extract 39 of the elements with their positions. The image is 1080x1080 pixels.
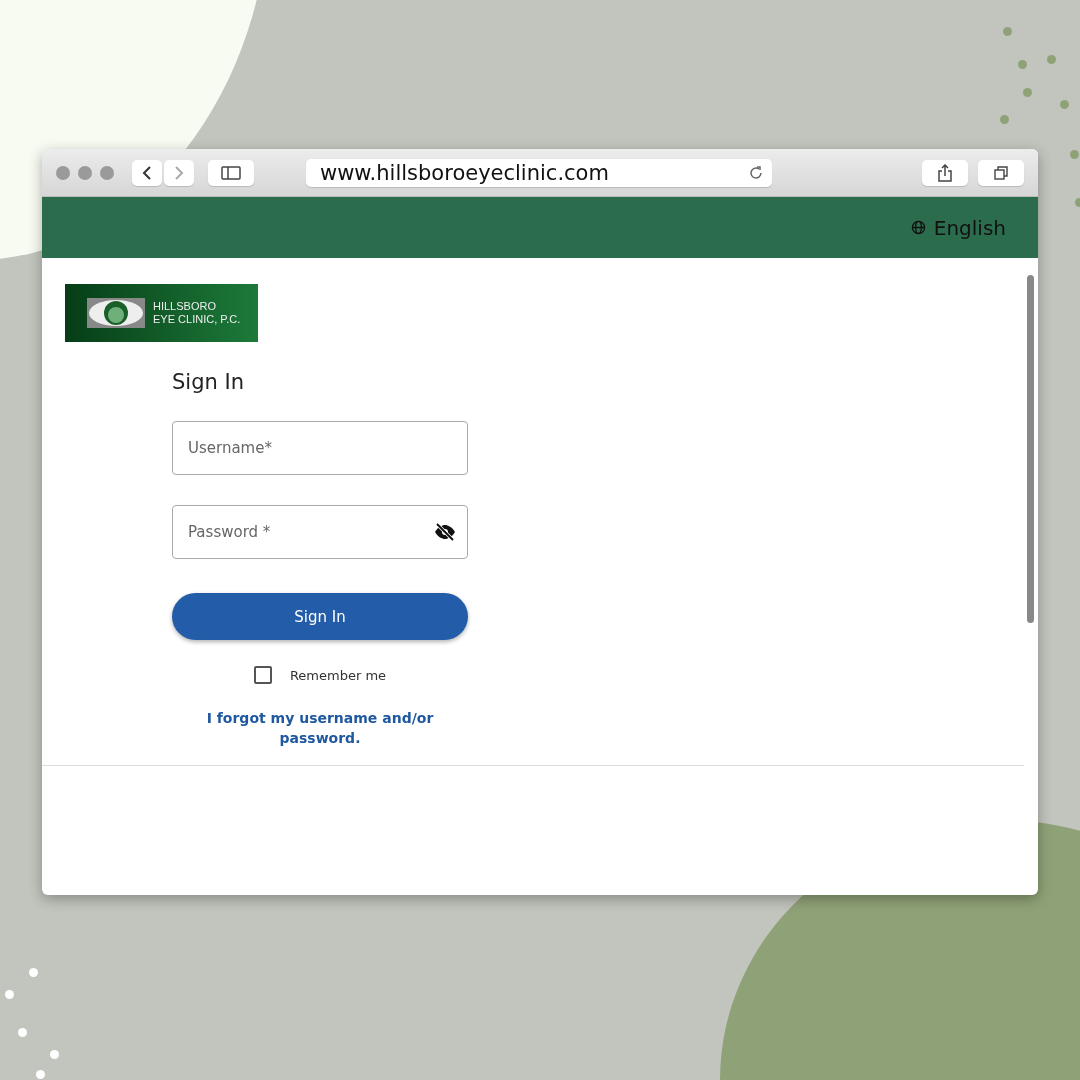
tabs-button[interactable] [978,159,1024,186]
address-bar[interactable]: www.hillsboroeyeclinic.com [306,158,772,187]
decorative-dot [1047,55,1056,64]
decorative-dot [18,1028,27,1037]
globe-icon [910,220,926,235]
remember-label: Remember me [289,667,387,683]
decorative-dot [1000,115,1009,124]
back-button[interactable] [132,159,162,186]
sidebar-icon [221,165,241,180]
chevron-right-icon [174,164,184,181]
decorative-dot [1060,100,1069,109]
sidebar-button[interactable] [208,159,254,186]
decorative-dot [1023,88,1032,97]
window-control-dot[interactable] [78,165,92,180]
window-control-dot[interactable] [56,165,70,180]
window-control-dot[interactable] [100,165,114,180]
decorative-dot [1018,60,1027,69]
decorative-dot [1070,150,1079,159]
password-field[interactable]: Password * [172,505,468,559]
share-icon [938,163,952,182]
reload-icon[interactable] [748,164,764,181]
eye-slash-icon[interactable] [434,523,456,541]
username-field[interactable]: Username* [172,421,468,475]
remember-checkbox[interactable] [253,666,272,684]
decorative-dot [36,1070,45,1079]
forgot-credentials-link[interactable]: I forgot my username and/or password. [200,708,440,748]
tabs-icon [994,165,1008,180]
share-button[interactable] [922,159,968,186]
decorative-dot [50,1050,59,1059]
decorative-dot [5,990,14,999]
sign-in-button[interactable]: Sign In [172,593,468,640]
decorative-dot [29,968,38,977]
chevron-left-icon [142,164,152,181]
sign-in-heading: Sign In [172,370,245,394]
logo-text: EYE CLINIC, P.C. [153,313,241,326]
url-text: www.hillsboroeyeclinic.com [320,160,609,185]
eye-logo-icon [87,298,145,328]
decorative-dot [1003,27,1012,36]
logo-text: HILLSBORO [153,300,217,313]
